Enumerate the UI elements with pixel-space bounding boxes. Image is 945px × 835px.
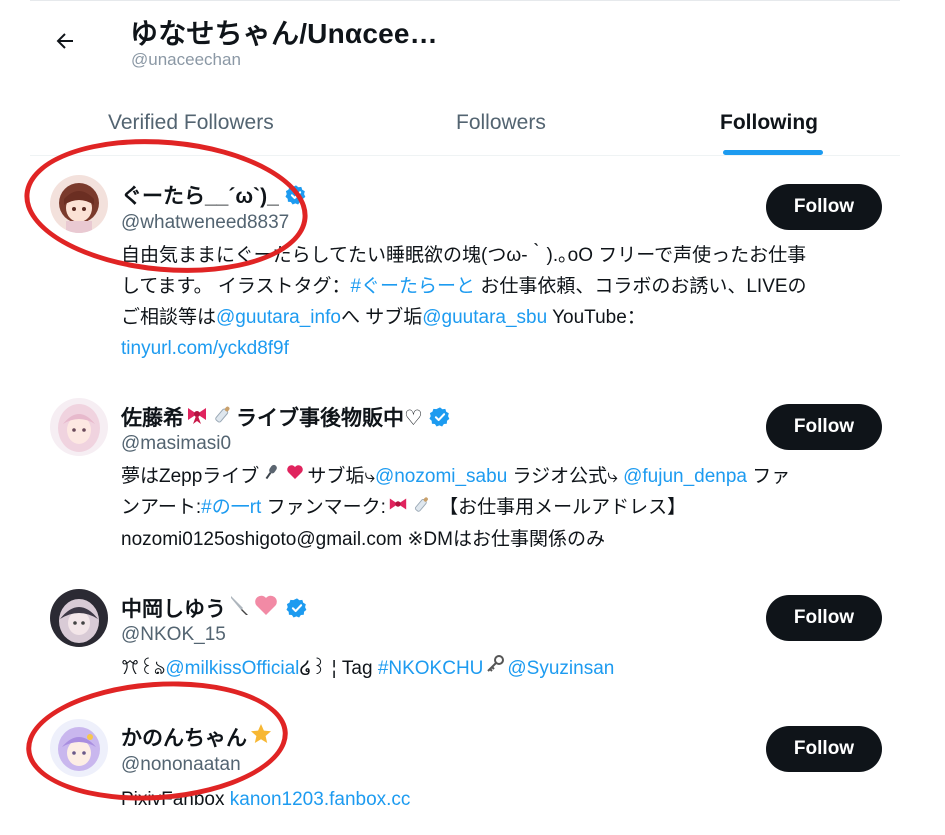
user-bio: 自由気ままにぐーたらしてたい睡眠欲の塊(つω-｀).｡oO フリーで声使ったお仕… xyxy=(121,245,807,359)
user-name[interactable]: 中岡しゆう xyxy=(121,593,308,623)
back-arrow-icon xyxy=(56,33,73,49)
active-tab-indicator xyxy=(723,150,823,155)
knife-emoji xyxy=(228,594,250,622)
user-handle: @masimasi0 xyxy=(121,433,232,454)
user-name[interactable]: ぐーたら__´ω`)_ xyxy=(121,180,307,210)
user-name[interactable]: かのんちゃん xyxy=(121,722,275,752)
avatar[interactable] xyxy=(50,398,108,456)
tab-verified-followers[interactable]: Verified Followers xyxy=(108,90,274,156)
user-name[interactable]: 佐藤希 ライブ事後物販中♡ xyxy=(121,402,451,432)
verified-badge-icon xyxy=(429,406,451,428)
tab-following[interactable]: Following xyxy=(720,90,818,156)
mention-link[interactable]: @guutara_info xyxy=(216,307,341,328)
user-handle: @NKOK_15 xyxy=(121,624,226,645)
follow-button[interactable]: Follow xyxy=(766,184,882,230)
url-link[interactable]: tinyurl.com/yckd8f9f xyxy=(121,338,289,359)
follow-button[interactable]: Follow xyxy=(766,404,882,450)
user-handle: @whatweneed8837 xyxy=(121,212,290,233)
profile-header: ゆなせちゃん/Unαcee… @unaceechan xyxy=(0,0,945,90)
baby-bottle-emoji xyxy=(412,493,432,524)
avatar[interactable] xyxy=(50,589,108,647)
follow-button[interactable]: Follow xyxy=(766,595,882,641)
follow-button[interactable]: Follow xyxy=(766,726,882,772)
ribbon-emoji xyxy=(388,493,408,524)
verified-badge-icon xyxy=(285,184,307,206)
hashtag-link[interactable]: #の一rt xyxy=(201,497,261,518)
user-bio: ꔫ꒰ঌ@milkissOfficial໒꒱ ¦ Tag #NKOKCHU @Syu… xyxy=(121,653,891,684)
star-emoji xyxy=(249,722,273,752)
mention-link[interactable]: @Syuzinsan xyxy=(507,658,614,679)
profile-title: ゆなせちゃん/Unαcee… xyxy=(130,18,438,49)
user-bio: PixivFanbox kanon1203.fanbox.cc xyxy=(121,789,411,810)
user-bio: 夢はZeppライブ サブ垢⤷@nozomi_sabu ラジオ公式⤷ @fujun_… xyxy=(121,461,891,555)
verified-badge-icon xyxy=(286,597,308,619)
mention-link[interactable]: @fujun_denpa xyxy=(623,466,747,487)
tab-followers[interactable]: Followers xyxy=(456,90,546,156)
profile-handle: @unaceechan xyxy=(131,50,241,69)
mention-link[interactable]: @guutara_sbu xyxy=(422,307,547,328)
url-link[interactable]: kanon1203.fanbox.cc xyxy=(230,789,411,810)
tab-bar: Verified Followers Followers Following xyxy=(30,90,900,156)
back-button[interactable] xyxy=(48,26,82,56)
mention-link[interactable]: @milkissOfficial xyxy=(165,658,299,679)
avatar[interactable] xyxy=(50,175,108,233)
pink-heart-emoji xyxy=(254,594,278,622)
mention-link[interactable]: @nozomi_sabu xyxy=(375,466,507,487)
key-emoji xyxy=(485,653,505,684)
ribbon-emoji xyxy=(186,403,208,431)
microphone-emoji xyxy=(261,461,281,492)
user-handle: @nononaatan xyxy=(121,754,241,775)
baby-bottle-emoji xyxy=(212,403,234,431)
hashtag-link[interactable]: #ぐーたらーと xyxy=(350,276,475,297)
user-name-text: ぐーたら__´ω`)_ xyxy=(121,185,279,208)
hearts-emoji xyxy=(285,461,305,492)
hashtag-link[interactable]: #NKOKCHU xyxy=(378,658,484,679)
avatar[interactable] xyxy=(50,719,108,777)
